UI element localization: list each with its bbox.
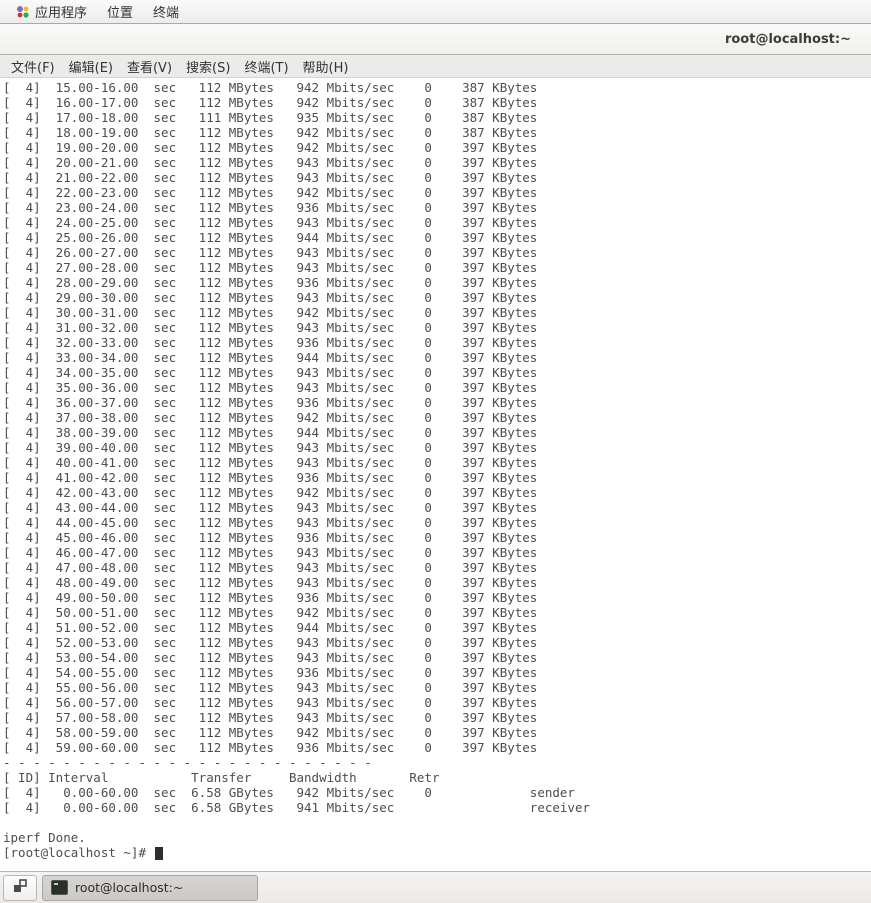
- terminal-line: [ 4] 33.00-34.00 sec 112 MBytes 944 Mbit…: [3, 350, 871, 365]
- top-panel: 应用程序 位置 终端: [0, 0, 871, 24]
- terminal-line: [ 4] 25.00-26.00 sec 112 MBytes 944 Mbit…: [3, 230, 871, 245]
- terminal-appmenu[interactable]: 终端: [143, 0, 189, 23]
- terminal-line: [ 4] 54.00-55.00 sec 112 MBytes 936 Mbit…: [3, 665, 871, 680]
- terminal-appmenu-label: 终端: [153, 2, 179, 21]
- terminal-line: [ 4] 53.00-54.00 sec 112 MBytes 943 Mbit…: [3, 650, 871, 665]
- show-desktop-icon: [12, 878, 28, 897]
- shell-prompt-text: [root@localhost ~]#: [3, 845, 154, 860]
- terminal-line: [ 4] 37.00-38.00 sec 112 MBytes 942 Mbit…: [3, 410, 871, 425]
- terminal-line: [ 4] 29.00-30.00 sec 112 MBytes 943 Mbit…: [3, 290, 871, 305]
- places-menu-label: 位置: [107, 2, 133, 21]
- applications-icon: [16, 5, 30, 19]
- terminal-line: [ 4] 56.00-57.00 sec 112 MBytes 943 Mbit…: [3, 695, 871, 710]
- terminal-line: iperf Done.: [3, 830, 871, 845]
- terminal-line: [ 4] 42.00-43.00 sec 112 MBytes 942 Mbit…: [3, 485, 871, 500]
- terminal-menubar: 文件(F) 编辑(E) 查看(V) 搜索(S) 终端(T) 帮助(H): [0, 55, 871, 78]
- terminal-line: [ 4] 27.00-28.00 sec 112 MBytes 943 Mbit…: [3, 260, 871, 275]
- terminal-line: [ 4] 23.00-24.00 sec 112 MBytes 936 Mbit…: [3, 200, 871, 215]
- terminal-line: [ 4] 22.00-23.00 sec 112 MBytes 942 Mbit…: [3, 185, 871, 200]
- terminal-line: [ 4] 47.00-48.00 sec 112 MBytes 943 Mbit…: [3, 560, 871, 575]
- shell-prompt[interactable]: [root@localhost ~]#: [3, 845, 871, 860]
- terminal-line: [ 4] 41.00-42.00 sec 112 MBytes 936 Mbit…: [3, 470, 871, 485]
- terminal-line: [ 4] 19.00-20.00 sec 112 MBytes 942 Mbit…: [3, 140, 871, 155]
- terminal-cursor: [155, 847, 163, 860]
- terminal-output[interactable]: [ 4] 15.00-16.00 sec 112 MBytes 942 Mbit…: [0, 78, 871, 871]
- menu-terminal[interactable]: 终端(T): [237, 55, 295, 78]
- terminal-line: [ 4] 20.00-21.00 sec 112 MBytes 943 Mbit…: [3, 155, 871, 170]
- terminal-line: [ 4] 34.00-35.00 sec 112 MBytes 943 Mbit…: [3, 365, 871, 380]
- terminal-line: [ 4] 17.00-18.00 sec 111 MBytes 935 Mbit…: [3, 110, 871, 125]
- places-menu[interactable]: 位置: [97, 0, 143, 23]
- terminal-line: [ 4] 45.00-46.00 sec 112 MBytes 936 Mbit…: [3, 530, 871, 545]
- terminal-line: [ 4] 24.00-25.00 sec 112 MBytes 943 Mbit…: [3, 215, 871, 230]
- terminal-line: [ 4] 46.00-47.00 sec 112 MBytes 943 Mbit…: [3, 545, 871, 560]
- terminal-line: [ 4] 39.00-40.00 sec 112 MBytes 943 Mbit…: [3, 440, 871, 455]
- terminal-line: [ 4] 32.00-33.00 sec 112 MBytes 936 Mbit…: [3, 335, 871, 350]
- terminal-line: [ 4] 35.00-36.00 sec 112 MBytes 943 Mbit…: [3, 380, 871, 395]
- taskbar-task-terminal[interactable]: root@localhost:~: [42, 875, 258, 901]
- menu-help[interactable]: 帮助(H): [296, 55, 356, 78]
- terminal-line: [ 4] 16.00-17.00 sec 112 MBytes 942 Mbit…: [3, 95, 871, 110]
- terminal-lines: [ 4] 15.00-16.00 sec 112 MBytes 942 Mbit…: [3, 80, 871, 860]
- terminal-line: [3, 815, 871, 830]
- menu-edit[interactable]: 编辑(E): [62, 55, 120, 78]
- terminal-line: [ 4] 36.00-37.00 sec 112 MBytes 936 Mbit…: [3, 395, 871, 410]
- terminal-line: [ 4] 43.00-44.00 sec 112 MBytes 943 Mbit…: [3, 500, 871, 515]
- terminal-line: [ 4] 49.00-50.00 sec 112 MBytes 936 Mbit…: [3, 590, 871, 605]
- terminal-line: [ 4] 51.00-52.00 sec 112 MBytes 944 Mbit…: [3, 620, 871, 635]
- terminal-line: [ 4] 40.00-41.00 sec 112 MBytes 943 Mbit…: [3, 455, 871, 470]
- show-desktop-button[interactable]: [3, 875, 37, 901]
- terminal-line: [ 4] 55.00-56.00 sec 112 MBytes 943 Mbit…: [3, 680, 871, 695]
- applications-menu[interactable]: 应用程序: [6, 0, 97, 23]
- terminal-line: [ 4] 18.00-19.00 sec 112 MBytes 942 Mbit…: [3, 125, 871, 140]
- terminal-line: [ 4] 26.00-27.00 sec 112 MBytes 943 Mbit…: [3, 245, 871, 260]
- terminal-line: [ 4] 38.00-39.00 sec 112 MBytes 944 Mbit…: [3, 425, 871, 440]
- terminal-line: [ 4] 15.00-16.00 sec 112 MBytes 942 Mbit…: [3, 80, 871, 95]
- desktop: 应用程序 位置 终端 root@localhost:~ 文件(F) 编辑(E) …: [0, 0, 871, 903]
- terminal-line: [ 4] 50.00-51.00 sec 112 MBytes 942 Mbit…: [3, 605, 871, 620]
- window-title: root@localhost:~: [725, 32, 851, 47]
- terminal-line: [ 4] 44.00-45.00 sec 112 MBytes 943 Mbit…: [3, 515, 871, 530]
- applications-menu-label: 应用程序: [35, 2, 87, 21]
- terminal-line: [ 4] 48.00-49.00 sec 112 MBytes 943 Mbit…: [3, 575, 871, 590]
- taskbar: root@localhost:~: [0, 871, 871, 903]
- terminal-line: [ ID] Interval Transfer Bandwidth Retr: [3, 770, 871, 785]
- terminal-line: [ 4] 0.00-60.00 sec 6.58 GBytes 942 Mbit…: [3, 785, 871, 800]
- terminal-icon: [51, 880, 68, 895]
- terminal-line: [ 4] 52.00-53.00 sec 112 MBytes 943 Mbit…: [3, 635, 871, 650]
- terminal-line: [ 4] 28.00-29.00 sec 112 MBytes 936 Mbit…: [3, 275, 871, 290]
- terminal-line: [ 4] 58.00-59.00 sec 112 MBytes 942 Mbit…: [3, 725, 871, 740]
- terminal-line: [ 4] 57.00-58.00 sec 112 MBytes 943 Mbit…: [3, 710, 871, 725]
- terminal-line: [ 4] 31.00-32.00 sec 112 MBytes 943 Mbit…: [3, 320, 871, 335]
- menu-view[interactable]: 查看(V): [120, 55, 179, 78]
- terminal-line: - - - - - - - - - - - - - - - - - - - - …: [3, 755, 871, 770]
- menu-search[interactable]: 搜索(S): [179, 55, 237, 78]
- menu-file[interactable]: 文件(F): [4, 55, 62, 78]
- taskbar-task-label: root@localhost:~: [75, 880, 183, 895]
- terminal-line: [ 4] 21.00-22.00 sec 112 MBytes 943 Mbit…: [3, 170, 871, 185]
- window-titlebar[interactable]: root@localhost:~: [0, 24, 871, 55]
- terminal-line: [ 4] 59.00-60.00 sec 112 MBytes 936 Mbit…: [3, 740, 871, 755]
- terminal-line: [ 4] 0.00-60.00 sec 6.58 GBytes 941 Mbit…: [3, 800, 871, 815]
- terminal-line: [ 4] 30.00-31.00 sec 112 MBytes 942 Mbit…: [3, 305, 871, 320]
